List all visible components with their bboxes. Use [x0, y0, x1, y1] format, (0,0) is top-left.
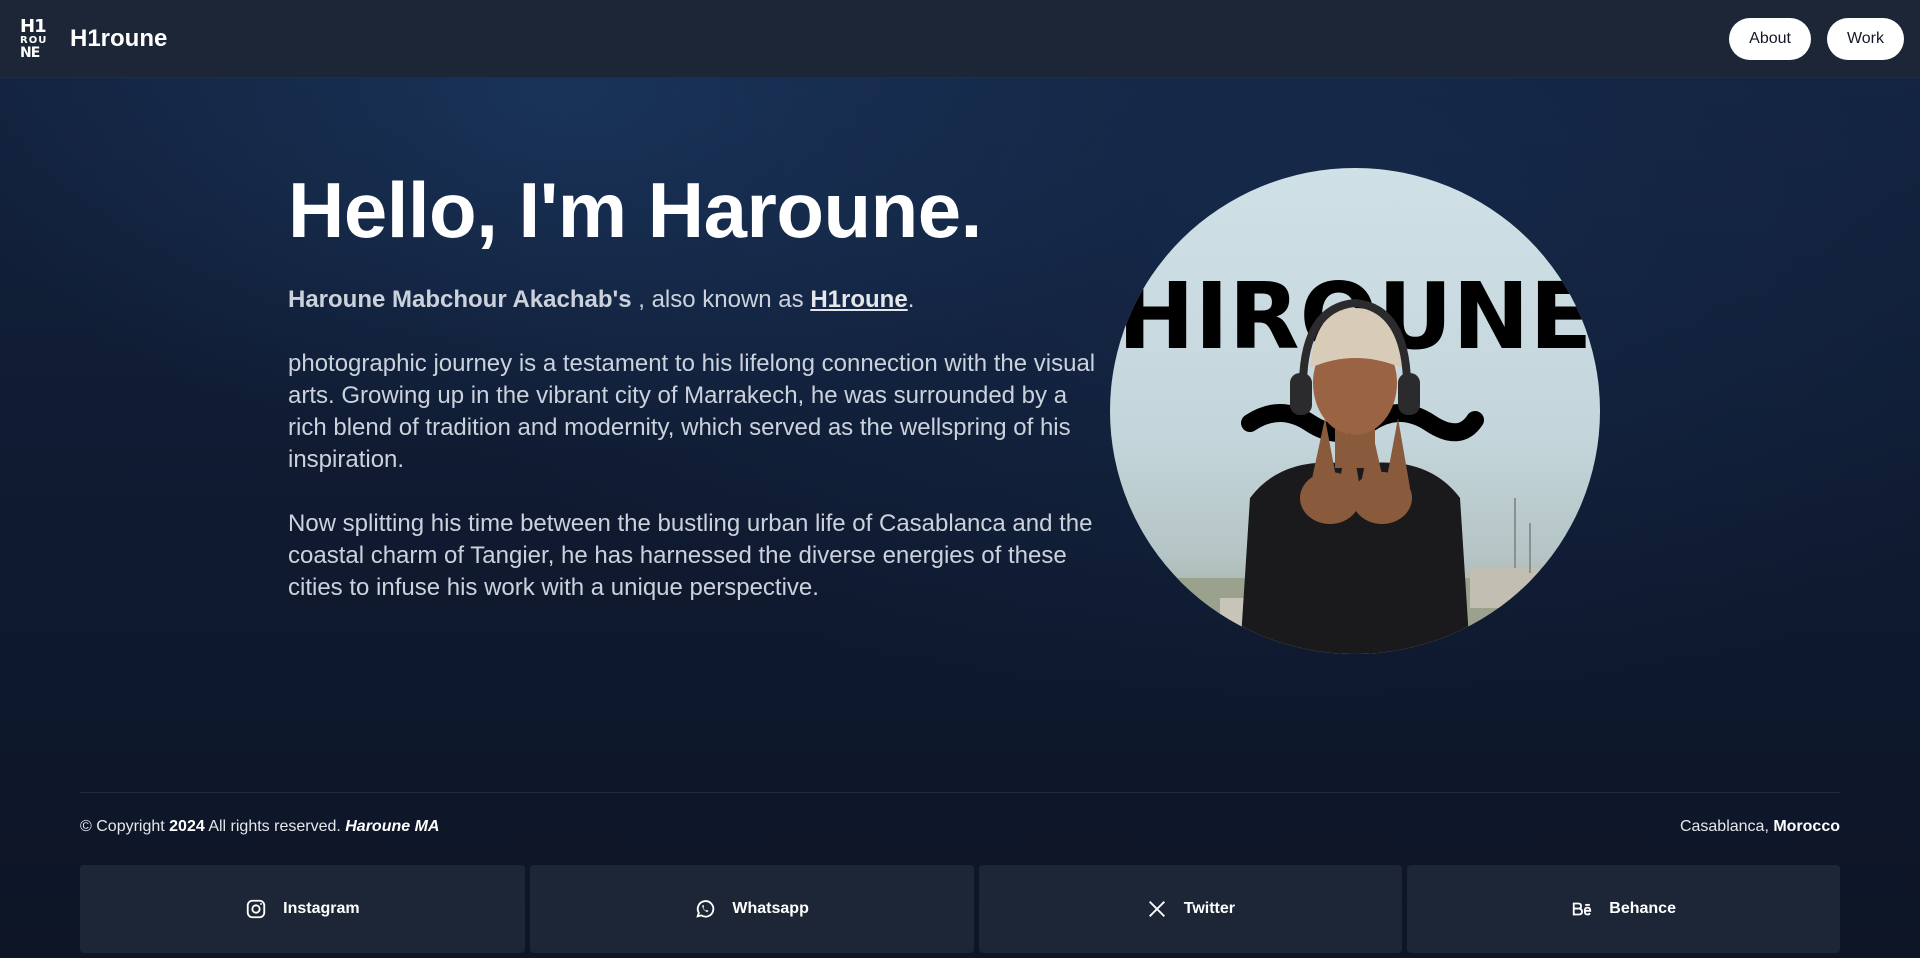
instagram-icon	[245, 898, 267, 920]
social-whatsapp-button[interactable]: Whatsapp	[529, 865, 974, 953]
social-label: Instagram	[283, 900, 360, 917]
social-label: Whatsapp	[732, 900, 809, 917]
behance-icon	[1571, 898, 1593, 920]
intro-end: .	[907, 286, 915, 313]
bio-paragraph-1: photographic journey is a testament to h…	[288, 350, 1096, 473]
social-behance-button[interactable]: Behance	[1407, 865, 1840, 953]
social-instagram-button[interactable]: Instagram	[80, 865, 525, 953]
social-links: Instagram Whatsapp Twitter Behance	[80, 865, 1840, 953]
footer-divider	[80, 792, 1840, 793]
hero-text: Hello, I'm Haroune. Haroune Mabchour Aka…	[288, 168, 1098, 604]
logo-icon: H1 ROU NE	[20, 15, 48, 61]
copyright-owner: Haroune MA	[345, 818, 440, 835]
site-header: H1 ROU NE H1roune About Work	[0, 0, 1920, 78]
brand[interactable]: H1 ROU NE H1roune	[20, 17, 167, 61]
intro-middle: , also known as	[631, 286, 811, 313]
location: Casablanca, Morocco	[1679, 818, 1840, 835]
social-label: Behance	[1609, 900, 1676, 917]
brand-name[interactable]: H1roune	[70, 25, 167, 53]
nav-about-button[interactable]: About	[1729, 17, 1811, 60]
footer-info: © Copyright 2024 All rights reserved. Ha…	[80, 818, 1840, 836]
location-country: Morocco	[1773, 818, 1840, 835]
full-name: Haroune Mabchour Akachab's	[288, 286, 632, 313]
portrait-photo: HIROUNE	[1110, 168, 1600, 654]
x-icon	[1146, 898, 1168, 920]
portrait-illustration: HIROUNE	[1110, 263, 1600, 654]
copyright-year: 2024	[169, 818, 205, 835]
copyright: © Copyright 2024 All rights reserved. Ha…	[80, 818, 440, 835]
whatsapp-icon	[694, 898, 716, 920]
page-title: Hello, I'm Haroune.	[288, 166, 982, 254]
bio-paragraph-2: Now splitting his time between the bustl…	[288, 510, 1093, 601]
social-twitter-button[interactable]: Twitter	[978, 865, 1403, 953]
nav-work-button[interactable]: Work	[1826, 17, 1904, 60]
main-nav: About Work	[1729, 17, 1904, 60]
social-label: Twitter	[1183, 900, 1235, 917]
intro-line: Haroune Mabchour Akachab's , also known …	[288, 284, 1098, 316]
alias-link[interactable]: H1roune	[810, 286, 907, 313]
